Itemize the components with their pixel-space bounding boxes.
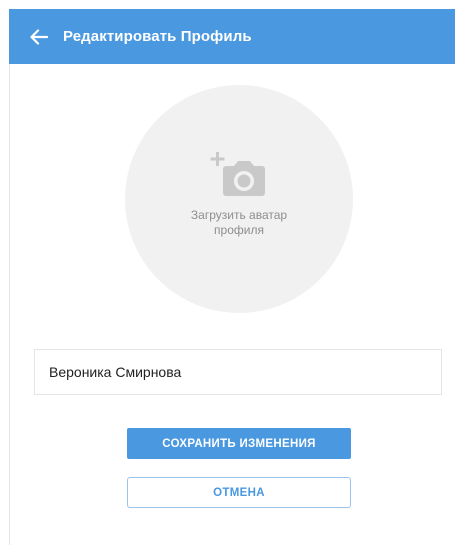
name-input[interactable] xyxy=(34,349,442,395)
add-photo-camera-icon xyxy=(210,152,265,196)
arrow-left-icon xyxy=(30,28,48,45)
edit-profile-screen: Редактировать Профиль Загрузить аватар п… xyxy=(0,0,455,545)
cancel-button[interactable]: ОТМЕНА xyxy=(127,477,351,508)
page-title: Редактировать Профиль xyxy=(63,28,252,45)
back-button[interactable] xyxy=(27,25,51,49)
save-changes-button[interactable]: СОХРАНИТЬ ИЗМЕНЕНИЯ xyxy=(127,428,351,459)
left-divider xyxy=(9,64,10,545)
avatar-upload-label: Загрузить аватар профиля xyxy=(190,208,288,237)
app-header: Редактировать Профиль xyxy=(9,9,455,64)
avatar-upload[interactable]: Загрузить аватар профиля xyxy=(125,85,353,313)
